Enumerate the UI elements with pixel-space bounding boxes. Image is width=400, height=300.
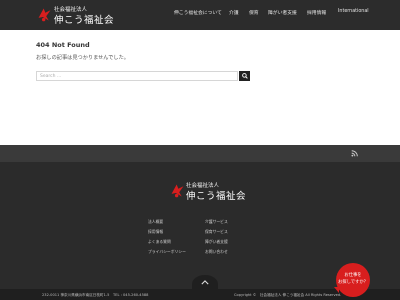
nav-item-recruit[interactable]: 採用情報 (307, 9, 326, 16)
page-title: 404 Not Found (36, 41, 90, 49)
footer-address: 232-0011 神奈川県横浜市南区日枝町1-5 TEL : 045-260-4… (42, 293, 149, 297)
search-icon (241, 73, 248, 79)
footer-link-corporate-overview[interactable]: 法人概要 (148, 219, 163, 225)
nav-item-care[interactable]: 介護 (229, 9, 239, 16)
logo-mark-icon (38, 8, 51, 22)
search-button[interactable] (239, 71, 250, 81)
site-logo[interactable]: 社会福祉法人 伸こう福祉会 (36, 4, 116, 26)
footer-link-privacy-policy[interactable]: プライバシーポリシー (148, 249, 186, 255)
contact-button-line2: お探しですか？ (338, 280, 368, 285)
footer-link-care-services[interactable]: 介護サービス (205, 219, 228, 225)
nav-item-childcare[interactable]: 保育 (249, 9, 259, 16)
nav-item-about[interactable]: 伸こう福祉会について (174, 9, 222, 16)
footer-logo-title: 伸こう福祉会 (186, 191, 247, 202)
footer-link-childcare-services[interactable]: 保育サービス (205, 229, 228, 235)
job-search-contact-button[interactable]: お仕事を お探しですか？ (336, 263, 370, 297)
nav-item-disability-support[interactable]: 障がい者支援 (268, 9, 297, 16)
chevron-up-icon (201, 280, 209, 285)
back-to-top-button[interactable] (192, 275, 218, 293)
footer-link-faq[interactable]: よくある質問 (148, 239, 171, 245)
nav-item-international[interactable]: International (338, 9, 369, 14)
footer-logo[interactable]: 社会福祉法人 伸こう福祉会 (169, 180, 246, 202)
footer-link-contact[interactable]: お問い合わせ (205, 249, 228, 255)
social-bar (0, 145, 400, 162)
rss-icon[interactable] (351, 150, 358, 157)
footer-copyright: Copyright © 社会福祉法人 伸こう福祉会 All Rights Res… (234, 293, 342, 297)
logo-mark-icon (171, 184, 184, 198)
footer-link-disability-support[interactable]: 障がい者支援 (205, 239, 228, 245)
contact-button-line1: お仕事を (344, 273, 362, 278)
search-input[interactable]: Search ... (36, 71, 238, 81)
not-found-message: お探しの記事は見つかりませんでした。 (36, 55, 129, 61)
footer-link-recruit[interactable]: 採用情報 (148, 229, 163, 235)
search-placeholder: Search ... (40, 73, 62, 79)
logo-title: 伸こう福祉会 (54, 15, 115, 26)
